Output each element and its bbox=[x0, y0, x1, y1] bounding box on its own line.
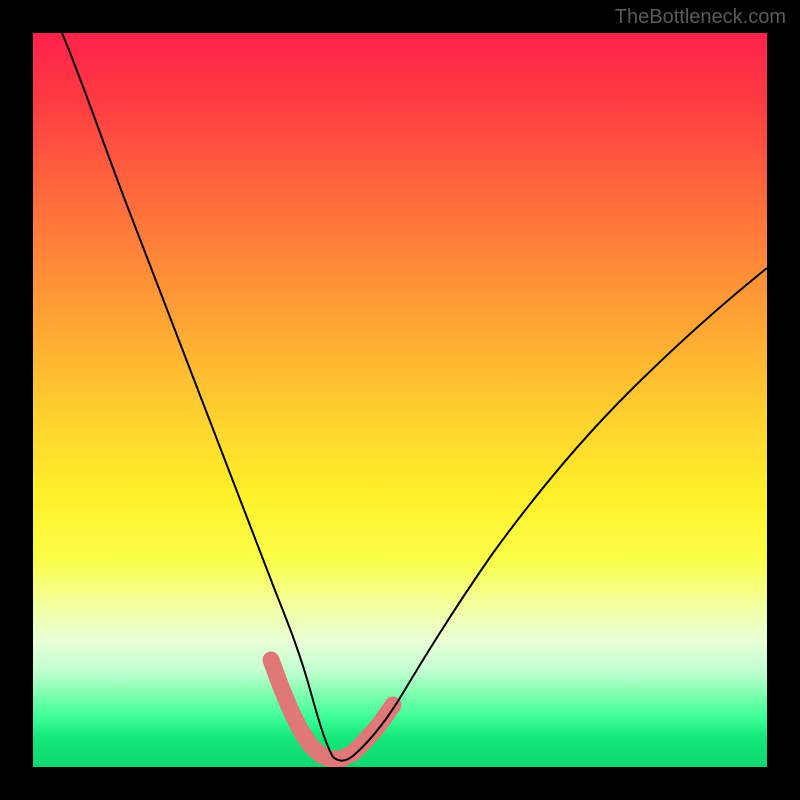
highlight-segment bbox=[271, 660, 393, 759]
chart-plot-area bbox=[33, 33, 767, 767]
bottleneck-curve bbox=[62, 33, 767, 761]
watermark-text: TheBottleneck.com bbox=[615, 6, 786, 29]
chart-svg bbox=[33, 33, 767, 767]
